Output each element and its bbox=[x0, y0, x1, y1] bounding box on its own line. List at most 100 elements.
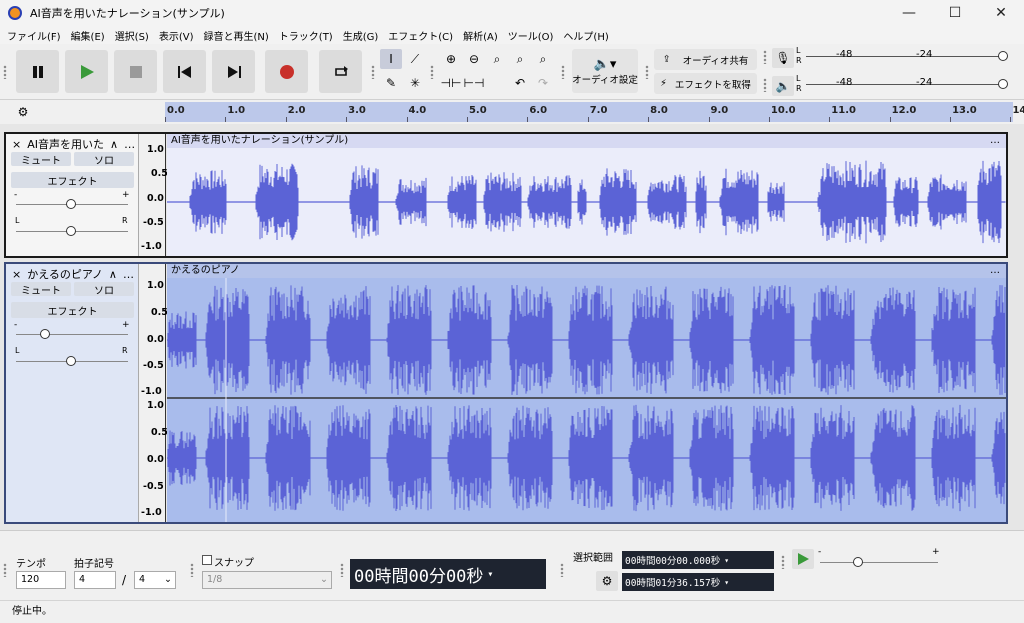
selection-tool-button[interactable]: I bbox=[380, 49, 402, 69]
collapse-icon[interactable]: ∧ bbox=[110, 138, 118, 151]
timeline-ruler[interactable]: ⚙ 0.0 1.0 2.0 3.0 4.0 5.0 6.0 7.0 8.0 9.0 10.0 11.0… bbox=[0, 100, 1024, 124]
play-button[interactable] bbox=[65, 50, 108, 93]
tempo-input[interactable]: 120 bbox=[16, 571, 66, 589]
menu-generate[interactable]: 生成(G) bbox=[338, 28, 384, 43]
zoom-out-button[interactable]: ⊖ bbox=[463, 49, 485, 69]
timeline-settings-button[interactable]: ⚙ bbox=[12, 102, 34, 122]
ruler-tick-label: 6.0 bbox=[529, 105, 548, 116]
track-narration[interactable]: × AI音声を用いた ∧ … ミュート ソロ エフェクト - + L R 1.0… bbox=[4, 132, 1008, 258]
gain-slider-knob[interactable] bbox=[66, 199, 76, 209]
toolbar-grip-icon[interactable] bbox=[781, 555, 785, 569]
toolbar-grip-icon[interactable] bbox=[763, 50, 767, 64]
pan-slider-knob[interactable] bbox=[66, 356, 76, 366]
close-track-icon[interactable]: × bbox=[12, 268, 21, 281]
time-signature-denominator-select[interactable]: 4 ⌄ bbox=[134, 571, 176, 589]
redo-button[interactable]: ↷ bbox=[532, 73, 554, 93]
selection-start-readout[interactable]: 00時間00分00.000秒 ▾ bbox=[622, 551, 774, 569]
fit-project-button[interactable]: ⌕ bbox=[509, 49, 531, 69]
close-button[interactable]: ✕ bbox=[978, 0, 1024, 26]
toolbar-grip-icon[interactable] bbox=[645, 65, 649, 79]
selection-end-readout[interactable]: 00時間01分36.157秒 ▾ bbox=[622, 573, 774, 591]
menu-analyze[interactable]: 解析(A) bbox=[458, 28, 503, 43]
clip-title-bar[interactable]: かえるのピアノ … bbox=[167, 264, 1006, 278]
toolbar-grip-icon[interactable] bbox=[763, 78, 767, 92]
snap-select[interactable]: 1/8 ⌄ bbox=[202, 571, 332, 589]
multi-tool-button[interactable]: ✳ bbox=[404, 73, 426, 93]
toolbar-grip-icon[interactable] bbox=[561, 65, 565, 79]
record-button[interactable] bbox=[265, 50, 308, 93]
amplitude-scale: 1.0 0.5 0.0 -0.5 -1.0 bbox=[138, 134, 168, 256]
clip-menu-icon[interactable]: … bbox=[990, 134, 1000, 148]
pause-button[interactable] bbox=[16, 50, 59, 93]
toolbar-grip-icon[interactable] bbox=[190, 563, 194, 577]
draw-tool-button[interactable]: ✎ bbox=[380, 73, 402, 93]
collapse-icon[interactable]: ∧ bbox=[109, 268, 117, 281]
clip-menu-icon[interactable]: … bbox=[990, 264, 1000, 278]
track-menu-icon[interactable]: … bbox=[124, 138, 135, 151]
loop-button[interactable] bbox=[319, 50, 362, 93]
minimize-button[interactable]: — bbox=[886, 0, 932, 26]
skip-to-end-button[interactable] bbox=[212, 50, 255, 93]
effects-button[interactable]: エフェクト bbox=[11, 172, 134, 188]
pan-slider-knob[interactable] bbox=[66, 226, 76, 236]
toolbar-grip-icon[interactable] bbox=[560, 563, 564, 577]
audio-settings-button[interactable]: 🔈▾ オーディオ設定 bbox=[572, 49, 638, 93]
toolbar-grip-icon[interactable] bbox=[371, 65, 375, 79]
record-meter-button[interactable]: 🎙 bbox=[772, 48, 794, 68]
snap-checkbox[interactable] bbox=[202, 555, 212, 565]
zoom-toggle-icon: ⌕ bbox=[539, 51, 547, 66]
track-name[interactable]: AI音声を用いた bbox=[27, 136, 104, 152]
track-name[interactable]: かえるのピアノ bbox=[27, 266, 103, 282]
solo-button[interactable]: ソロ bbox=[74, 152, 134, 167]
skip-to-start-button[interactable] bbox=[163, 50, 206, 93]
play-at-speed-button[interactable] bbox=[792, 549, 814, 569]
envelope-tool-button[interactable]: ⟋ bbox=[404, 49, 426, 69]
menu-help[interactable]: ヘルプ(H) bbox=[558, 28, 613, 43]
menu-select[interactable]: 選択(S) bbox=[110, 28, 154, 43]
playback-meter[interactable]: L R -48 -24 bbox=[796, 74, 1016, 94]
playback-speed-slider[interactable] bbox=[820, 562, 938, 563]
fit-selection-button[interactable]: ⌕ bbox=[486, 49, 508, 69]
toolbar-grip-icon[interactable] bbox=[3, 65, 7, 79]
gain-slider-knob[interactable] bbox=[40, 329, 50, 339]
menu-transport[interactable]: 録音と再生(N) bbox=[199, 28, 274, 43]
selection-settings-button[interactable]: ⚙ bbox=[596, 571, 618, 591]
toolbar-grip-icon[interactable] bbox=[3, 563, 7, 577]
waveform-piano[interactable] bbox=[167, 278, 1006, 522]
menu-tracks[interactable]: トラック(T) bbox=[274, 28, 338, 43]
playback-speed-knob[interactable] bbox=[853, 557, 863, 567]
menu-edit[interactable]: 編集(E) bbox=[66, 28, 110, 43]
menu-file[interactable]: ファイル(F) bbox=[2, 28, 66, 43]
zoom-toggle-button[interactable]: ⌕ bbox=[532, 49, 554, 69]
close-track-icon[interactable]: × bbox=[12, 138, 21, 151]
track-menu-icon[interactable]: … bbox=[123, 268, 134, 281]
gain-slider[interactable] bbox=[16, 334, 128, 335]
toolbar-grip-icon[interactable] bbox=[430, 65, 434, 79]
clip-title-bar[interactable]: AI音声を用いたナレーション(サンプル) … bbox=[167, 134, 1006, 148]
stop-button[interactable] bbox=[114, 50, 157, 93]
silence-button[interactable]: ⊢⊣ bbox=[463, 73, 485, 93]
playback-meter-button[interactable]: 🔈 bbox=[772, 76, 794, 96]
solo-button[interactable]: ソロ bbox=[74, 282, 134, 297]
mute-button[interactable]: ミュート bbox=[11, 282, 71, 297]
time-signature-numerator-input[interactable]: 4 bbox=[74, 571, 116, 589]
record-meter[interactable]: L R -48 -24 bbox=[796, 46, 1016, 66]
zoom-in-button[interactable]: ⊕ bbox=[440, 49, 462, 69]
waveform-narration[interactable] bbox=[167, 148, 1006, 256]
menu-view[interactable]: 表示(V) bbox=[154, 28, 199, 43]
timeline-ruler-bar[interactable]: 0.0 1.0 2.0 3.0 4.0 5.0 6.0 7.0 8.0 9.0 10.0 11.0 12… bbox=[165, 102, 1024, 122]
toolbar-grip-icon[interactable] bbox=[340, 563, 344, 577]
menu-tools[interactable]: ツール(O) bbox=[503, 28, 559, 43]
playback-volume-knob[interactable] bbox=[998, 79, 1008, 89]
get-effects-button[interactable]: ⚡ エフェクトを取得 bbox=[654, 73, 757, 94]
record-volume-knob[interactable] bbox=[998, 51, 1008, 61]
audio-share-button[interactable]: ⇪ オーディオ共有 bbox=[654, 49, 757, 70]
trim-button[interactable]: ⊣⊢ bbox=[440, 73, 462, 93]
menu-effect[interactable]: エフェクト(C) bbox=[383, 28, 458, 43]
effects-button[interactable]: エフェクト bbox=[11, 302, 134, 318]
track-piano[interactable]: × かえるのピアノ ∧ … ミュート ソロ エフェクト - + L R 1.0 … bbox=[4, 262, 1008, 524]
undo-button[interactable]: ↶ bbox=[509, 73, 531, 93]
maximize-button[interactable]: ☐ bbox=[932, 0, 978, 26]
mute-button[interactable]: ミュート bbox=[11, 152, 71, 167]
time-readout[interactable]: 00時間00分00秒 ▾ bbox=[350, 559, 546, 589]
